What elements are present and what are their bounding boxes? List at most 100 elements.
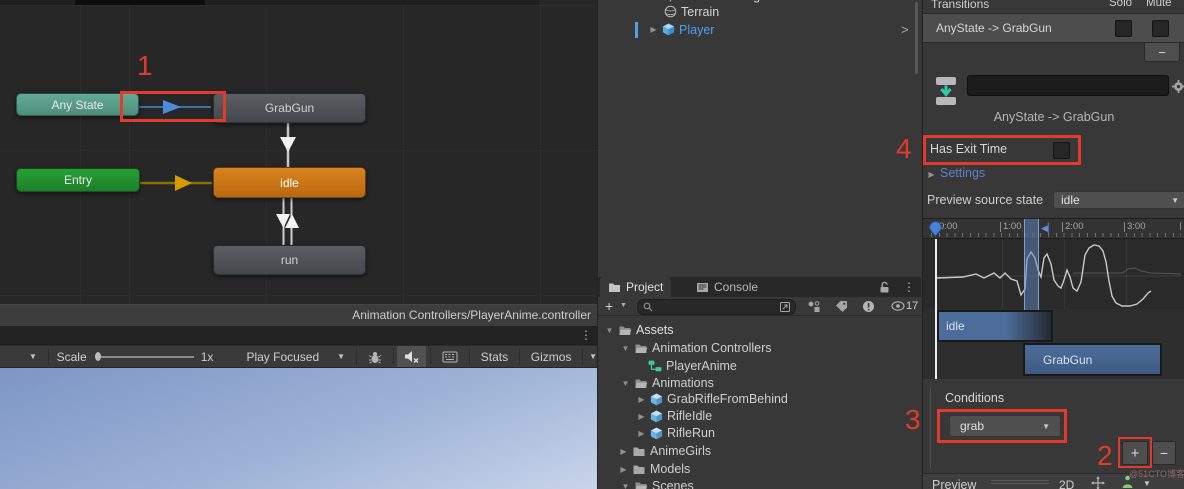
game-toolbar: ▼ Scale 1x Play Focused ▼ Stats Gizmos ▼ (0, 345, 597, 368)
solo-checkbox[interactable] (1115, 20, 1132, 37)
display-dropdown[interactable]: ▼ (22, 346, 44, 367)
settings-foldout[interactable]: Settings (940, 166, 985, 180)
toolbar-divider (47, 348, 49, 365)
hierarchy-scrollbar[interactable] (915, 2, 918, 74)
search-by-label-icon[interactable] (835, 300, 848, 313)
collapse-arrow-icon[interactable]: ▼ (621, 379, 630, 388)
preview-drag-handle[interactable] (991, 483, 1049, 484)
project-search-input[interactable] (637, 299, 796, 315)
collapse-arrow-icon[interactable]: ▼ (621, 482, 630, 489)
playhead-line[interactable] (935, 239, 937, 379)
expand-arrow-icon[interactable]: ▶ (649, 25, 658, 34)
project-tab-bar: Project Console ⋮ (598, 277, 921, 297)
remove-condition-button[interactable]: − (1152, 441, 1176, 465)
transition-title: AnyState -> GrabGun (993, 110, 1115, 124)
annotation-number-2: 2 (1097, 440, 1113, 471)
toolbar-divider (356, 348, 357, 365)
model-cube-icon (650, 410, 663, 422)
remove-transition-button[interactable]: − (1144, 43, 1180, 62)
expand-arrow-icon[interactable]: ▶ (637, 395, 646, 404)
move-axis-icon[interactable] (1091, 476, 1105, 489)
transition-window-band[interactable] (1024, 219, 1039, 311)
hierarchy-item-player[interactable]: ▶ Player (649, 21, 714, 38)
expand-arrow-icon[interactable]: ▶ (637, 412, 646, 421)
play-focused-dropdown[interactable]: Play Focused ▼ (239, 346, 352, 367)
bug-icon (368, 351, 381, 363)
eye-icon[interactable] (891, 301, 905, 311)
state-node-grabgun[interactable]: GrabGun (213, 93, 366, 123)
tree-item-animegirls[interactable]: ▶ AnimeGirls (619, 443, 711, 459)
tree-item-models[interactable]: ▶ Models (619, 461, 690, 477)
transition-timeline[interactable]: 0:00 1:00 2:00 3:00 ◀▏ idle GrabGun (923, 218, 1184, 379)
tree-item-animation-controllers[interactable]: ▼ Animation Controllers (621, 340, 772, 356)
collapse-arrow-icon[interactable]: ▼ (621, 344, 630, 353)
game-view[interactable] (0, 368, 597, 489)
collapse-arrow-icon[interactable]: ▼ (605, 326, 614, 335)
playhead-handle-icon[interactable] (928, 221, 943, 237)
transition-end-marker-icon[interactable]: ◀▏ (1041, 223, 1055, 234)
tree-item-playeranime[interactable]: PlayerAnime (648, 358, 737, 374)
gizmos-dropdown[interactable]: Gizmos (524, 346, 579, 367)
prefab-chevron-icon[interactable]: > (901, 22, 909, 37)
gizmos-chevron-icon[interactable]: ▼ (589, 352, 597, 361)
unity-editor-window: Any State GrabGun Entry idle run 1 Anima… (0, 0, 1184, 489)
keyboard-icon (442, 351, 458, 362)
transition-name-field[interactable] (967, 75, 1169, 96)
mute-audio-button[interactable] (397, 346, 427, 367)
tree-item-animations[interactable]: ▼ Animations (621, 375, 714, 391)
animator-graph-canvas[interactable]: Any State GrabGun Entry idle run 1 (0, 0, 597, 304)
state-node-idle[interactable]: idle (213, 167, 366, 198)
lock-icon[interactable] (879, 281, 890, 294)
tree-item-riflerun[interactable]: ▶ RifleRun (637, 425, 715, 441)
clip-bar-grabgun[interactable]: GrabGun (1023, 343, 1162, 376)
mute-checkbox[interactable] (1152, 20, 1169, 37)
inspector-panel: Transitions Solo Mute AnyState -> GrabGu… (922, 0, 1184, 489)
search-by-type-icon[interactable] (807, 300, 821, 313)
expand-arrow-icon[interactable]: ▶ (637, 429, 646, 438)
search-icon (643, 302, 653, 312)
hidden-count-icon[interactable] (862, 300, 875, 313)
tree-item-assets[interactable]: ▼ Assets (605, 322, 674, 338)
tree-item-grabriflefrombehind[interactable]: ▶ GrabRifleFromBehind (637, 391, 787, 407)
preview-drag-handle[interactable] (991, 480, 1049, 481)
stats-button[interactable]: Stats (474, 346, 515, 367)
preview-2d-button[interactable]: 2D (1059, 478, 1074, 489)
tab-console[interactable]: Console (688, 277, 766, 297)
create-asset-chevron-icon[interactable]: ▼ (620, 302, 627, 309)
project-menu-icon[interactable]: ⋮ (903, 280, 915, 294)
hierarchy-item-terrain[interactable]: Terrain (664, 3, 719, 20)
mute-header: Mute (1146, 0, 1172, 9)
scale-slider-track[interactable] (100, 355, 194, 358)
chevron-down-icon: ▼ (1171, 195, 1179, 205)
folder-open-icon (635, 482, 648, 489)
folder-icon (633, 447, 645, 456)
open-search-icon[interactable] (779, 301, 791, 313)
folder-icon (633, 465, 645, 474)
state-node-run[interactable]: run (213, 245, 366, 275)
terrain-icon (664, 5, 677, 18)
debug-bug-button[interactable] (361, 346, 389, 367)
state-node-entry[interactable]: Entry (16, 168, 140, 192)
chevron-down-icon: ▼ (29, 352, 37, 361)
annotation-box-2 (1118, 437, 1152, 468)
annotation-number-4: 4 (896, 133, 912, 164)
clip-bar-idle[interactable]: idle (937, 310, 1053, 342)
shortcuts-button[interactable] (435, 346, 465, 367)
transition-list-item[interactable]: AnyState -> GrabGun (923, 13, 1184, 43)
model-cube-icon (650, 393, 663, 405)
transitions-header: Transitions (931, 0, 990, 11)
tree-item-scenes[interactable]: ▼ Scenes (621, 478, 694, 489)
expand-arrow-icon[interactable]: ▶ (619, 465, 628, 474)
avatar-chevron-icon[interactable]: ▼ (1143, 479, 1151, 488)
light-icon (670, 0, 671, 2)
game-menu-icon[interactable]: ⋮ (580, 328, 592, 342)
create-asset-button[interactable]: + (605, 298, 613, 314)
tree-item-rifleidle[interactable]: ▶ RifleIdle (637, 408, 712, 424)
gear-icon[interactable] (1172, 80, 1184, 93)
breadcrumb: Animation Controllers/PlayerAnime.contro… (352, 308, 591, 322)
conditions-box-edge (930, 388, 931, 468)
tab-project[interactable]: Project (600, 277, 672, 297)
preview-source-dropdown[interactable]: idle ▼ (1053, 191, 1184, 209)
settings-foldout-arrow-icon[interactable]: ▶ (927, 170, 936, 179)
expand-arrow-icon[interactable]: ▶ (619, 447, 628, 456)
